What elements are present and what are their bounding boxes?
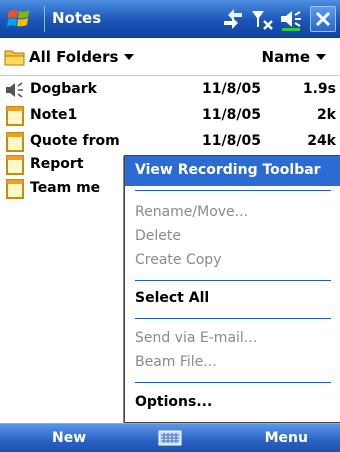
windows-start-icon[interactable]: [6, 6, 34, 32]
item-date: 11/8/05: [202, 107, 261, 123]
menu-item-send-email[interactable]: Send via E-mail...: [135, 330, 257, 346]
item-size: 1.9s: [302, 81, 336, 97]
menu-item-options[interactable]: Options...: [135, 394, 212, 410]
folder-icon: [4, 50, 25, 66]
keyboard-icon[interactable]: [158, 429, 182, 447]
menu-item-view-recording-toolbar[interactable]: View Recording Toolbar: [125, 156, 340, 186]
item-size: 2k: [316, 107, 336, 123]
menu-item-create-copy[interactable]: Create Copy: [135, 252, 221, 268]
close-icon: [315, 11, 331, 27]
menu-item-beam-file[interactable]: Beam File...: [135, 354, 217, 370]
list-item[interactable]: Note1 11/8/05 2k: [0, 103, 340, 129]
menu-item-label: View Recording Toolbar: [135, 162, 321, 178]
item-date: 11/8/05: [202, 133, 261, 149]
chevron-down-icon: [316, 54, 326, 60]
chevron-down-icon: [124, 54, 135, 60]
menu-separator: [135, 280, 331, 281]
sort-dropdown-label: Name: [261, 48, 310, 66]
note-icon: [6, 106, 24, 126]
title-bar: Notes: [0, 0, 340, 38]
context-menu: View Recording Toolbar Rename/Move... De…: [124, 155, 340, 423]
title-separator: [44, 6, 45, 32]
menu-separator: [135, 382, 331, 383]
close-button[interactable]: [310, 6, 336, 32]
menu-separator: [135, 318, 331, 319]
list-item[interactable]: Dogbark 11/8/05 1.9s: [0, 77, 340, 103]
folder-dropdown-label: All Folders: [29, 48, 119, 66]
menu-button[interactable]: Menu: [265, 430, 308, 446]
menu-item-delete[interactable]: Delete: [135, 228, 181, 244]
item-name: Dogbark: [30, 81, 97, 97]
recording-icon: [6, 82, 23, 98]
item-name: Quote from: [30, 133, 120, 149]
app-title: Notes: [52, 9, 102, 27]
new-button[interactable]: New: [52, 430, 86, 446]
connectivity-icon[interactable]: [220, 7, 246, 31]
folder-dropdown[interactable]: All Folders: [29, 48, 135, 66]
soft-key-bar: New Menu: [0, 423, 340, 452]
menu-item-select-all[interactable]: Select All: [135, 290, 209, 306]
volume-icon[interactable]: [278, 7, 306, 31]
note-icon: [6, 179, 24, 199]
item-name: Note1: [30, 107, 78, 123]
sort-dropdown[interactable]: Name: [262, 48, 326, 66]
note-icon: [6, 132, 24, 152]
menu-separator: [135, 190, 331, 191]
signal-icon[interactable]: [250, 7, 274, 31]
item-date: 11/8/05: [202, 81, 261, 97]
folder-bar: All Folders Name: [0, 38, 340, 76]
item-size: 24k: [307, 133, 336, 149]
menu-item-rename[interactable]: Rename/Move...: [135, 204, 248, 220]
note-icon: [6, 155, 24, 175]
